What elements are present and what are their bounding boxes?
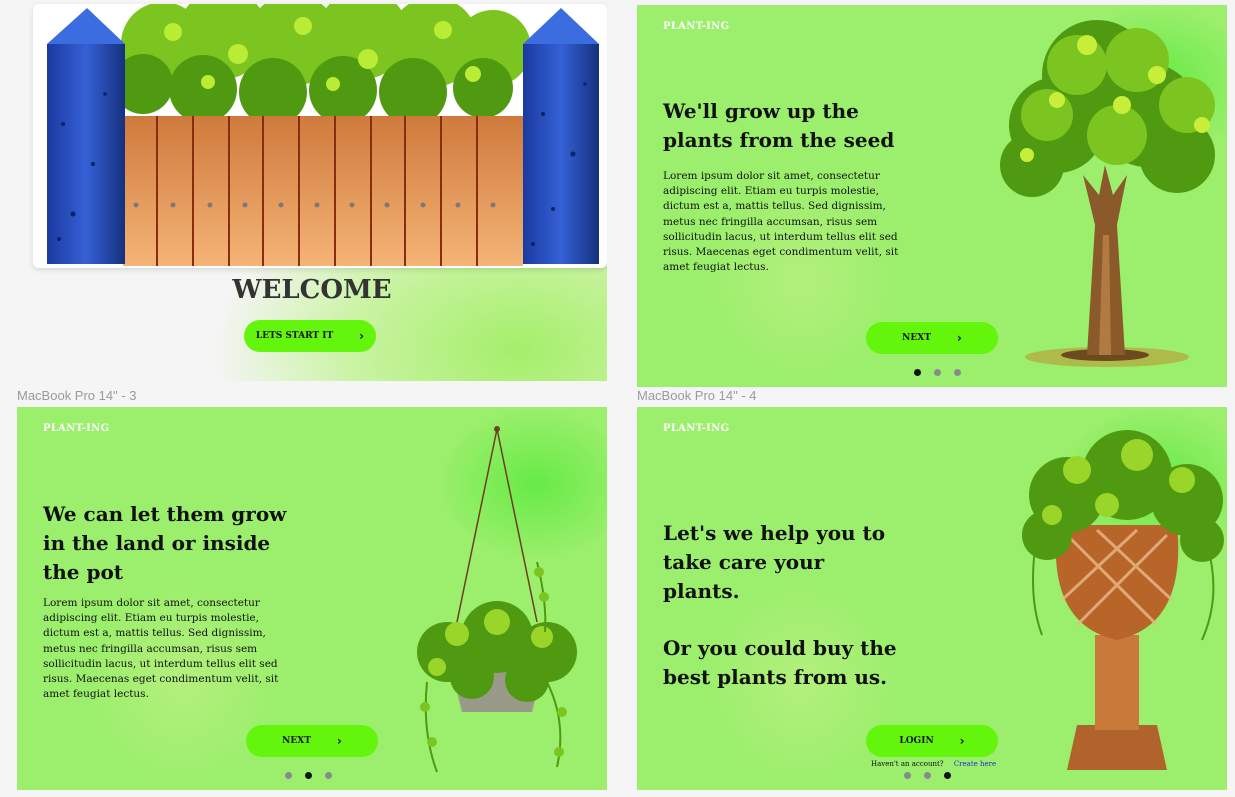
pagination-dot-1[interactable]: [285, 772, 292, 779]
next-button-label: NEXT: [282, 736, 311, 746]
chevron-right-icon: ›: [959, 734, 965, 748]
pagination-dot-3[interactable]: [954, 369, 961, 376]
login-frame: PLANT-ING Let's we help you to take care…: [637, 407, 1227, 790]
signup-prompt: Haven't an account? Create here: [871, 760, 996, 768]
tree-illustration: [987, 5, 1227, 385]
create-account-link[interactable]: Create here: [954, 760, 996, 768]
pagination-dot-1[interactable]: [914, 369, 921, 376]
next-button[interactable]: NEXT ›: [866, 322, 998, 354]
pot-headline: We can let them grow in the land or insi…: [43, 502, 287, 584]
lets-start-button[interactable]: LETS START IT ›: [244, 320, 376, 352]
chevron-right-icon: ›: [359, 329, 365, 343]
pagination-dot-3[interactable]: [325, 772, 332, 779]
next-button-label: NEXT: [902, 333, 931, 343]
pagination-dot-3[interactable]: [944, 772, 951, 779]
pagination-dot-1[interactable]: [904, 772, 911, 779]
frame-label-3: MacBook Pro 14" - 3: [17, 388, 137, 403]
login-button-label: LOGIN: [899, 736, 934, 746]
login-button[interactable]: LOGIN ›: [866, 725, 998, 757]
pot-body-text: Lorem ipsum dolor sit amet, consectetur …: [43, 597, 279, 701]
potted-plant-illustration: [1017, 425, 1227, 775]
lets-start-button-label: LETS START IT: [255, 331, 334, 341]
pagination-dots: [914, 369, 961, 376]
hanging-plant-illustration: [397, 422, 607, 782]
welcome-title: WELCOME: [232, 275, 392, 305]
welcome-frame: WELCOME LETS START IT ›: [17, 0, 607, 381]
brand-logo-text: PLANT-ING: [663, 21, 730, 32]
seed-headline: We'll grow up the plants from the seed: [663, 99, 895, 152]
garden-fence-illustration: [33, 0, 607, 268]
next-button[interactable]: NEXT ›: [246, 725, 378, 757]
pagination-dot-2[interactable]: [924, 772, 931, 779]
seed-frame: PLANT-ING We'll grow up the plants from …: [637, 5, 1227, 387]
no-account-text: Haven't an account?: [871, 760, 944, 768]
pot-frame: PLANT-ING We can let them grow in the la…: [17, 407, 607, 790]
login-headline-2: Or you could buy the best plants from us…: [663, 636, 897, 689]
pagination-dots: [285, 772, 332, 779]
chevron-right-icon: ›: [956, 331, 962, 345]
pagination-dot-2[interactable]: [934, 369, 941, 376]
login-headline-1: Let's we help you to take care your plan…: [663, 521, 886, 603]
chevron-right-icon: ›: [336, 734, 342, 748]
brand-logo-text: PLANT-ING: [663, 423, 730, 434]
seed-body-text: Lorem ipsum dolor sit amet, consectetur …: [663, 170, 899, 274]
pagination-dots: [904, 772, 951, 779]
pagination-dot-2[interactable]: [305, 772, 312, 779]
frame-label-4: MacBook Pro 14" - 4: [637, 388, 757, 403]
brand-logo-text: PLANT-ING: [43, 423, 110, 434]
